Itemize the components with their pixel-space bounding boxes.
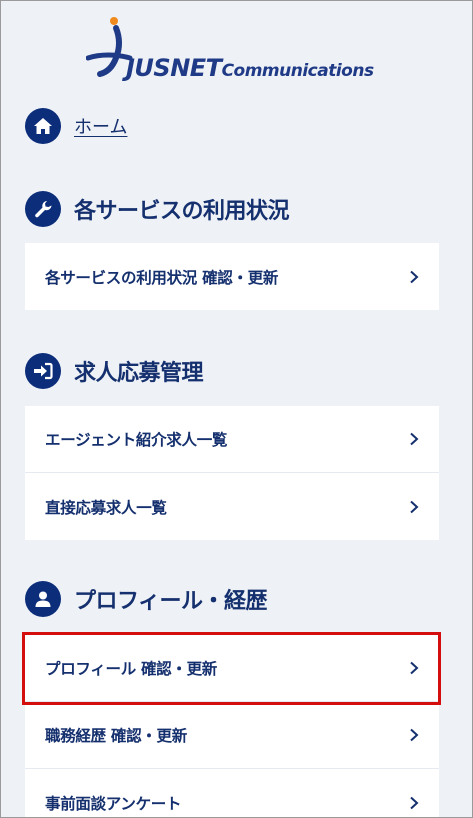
logo-brand-main: JUSNET [126,54,222,82]
home-nav[interactable]: ホーム [25,108,127,144]
section-title: プロフィール・経歴 [74,589,268,614]
section-job-application: 求人応募管理 [25,352,204,390]
chevron-right-icon [410,728,419,742]
chevron-right-icon [410,661,419,675]
section-title: 求人応募管理 [74,361,204,386]
service-usage-menu: 各サービスの利用状況 確認・更新 [25,243,439,310]
menu-item-label: プロフィール 確認・更新 [45,660,217,678]
menu-item-agent-jobs[interactable]: エージェント紹介求人一覧 [25,406,439,473]
profile-career-menu: プロフィール 確認・更新 職務経歴 確認・更新 事前面談アンケート [25,635,439,818]
logo-brand-sub: Communications [221,61,375,81]
menu-item-label: 各サービスの利用状況 確認・更新 [45,268,279,287]
chevron-right-icon [410,500,419,513]
menu-item-career-update[interactable]: 職務経歴 確認・更新 [25,702,439,769]
jusnet-logo[interactable]: JUSNETCommunications [86,14,386,86]
section-profile-career: プロフィール・経歴 [25,580,268,618]
home-link[interactable]: ホーム [74,113,127,139]
chevron-right-icon [410,270,419,283]
menu-item-direct-jobs[interactable]: 直接応募求人一覧 [25,473,439,540]
menu-item-label: 事前面談アンケート [45,794,182,813]
menu-item-profile-update[interactable]: プロフィール 確認・更新 [25,635,439,702]
sign-in-icon [25,353,61,389]
section-title: 各サービスの利用状況 [74,199,290,224]
chevron-right-icon [410,796,419,809]
section-service-usage: 各サービスの利用状況 [25,190,290,228]
user-icon [25,581,61,617]
menu-item-label: 職務経歴 確認・更新 [45,727,187,745]
wrench-icon [25,191,61,227]
menu-item-interview-survey[interactable]: 事前面談アンケート [25,769,439,818]
menu-item-label: 直接応募求人一覧 [45,498,167,517]
logo-wordmark: JUSNETCommunications [126,54,374,82]
menu-item-label: エージェント紹介求人一覧 [45,431,228,449]
chevron-right-icon [410,432,419,446]
home-icon [25,108,61,144]
job-application-menu: エージェント紹介求人一覧 直接応募求人一覧 [25,406,439,540]
menu-item-service-usage-update[interactable]: 各サービスの利用状況 確認・更新 [25,243,439,310]
